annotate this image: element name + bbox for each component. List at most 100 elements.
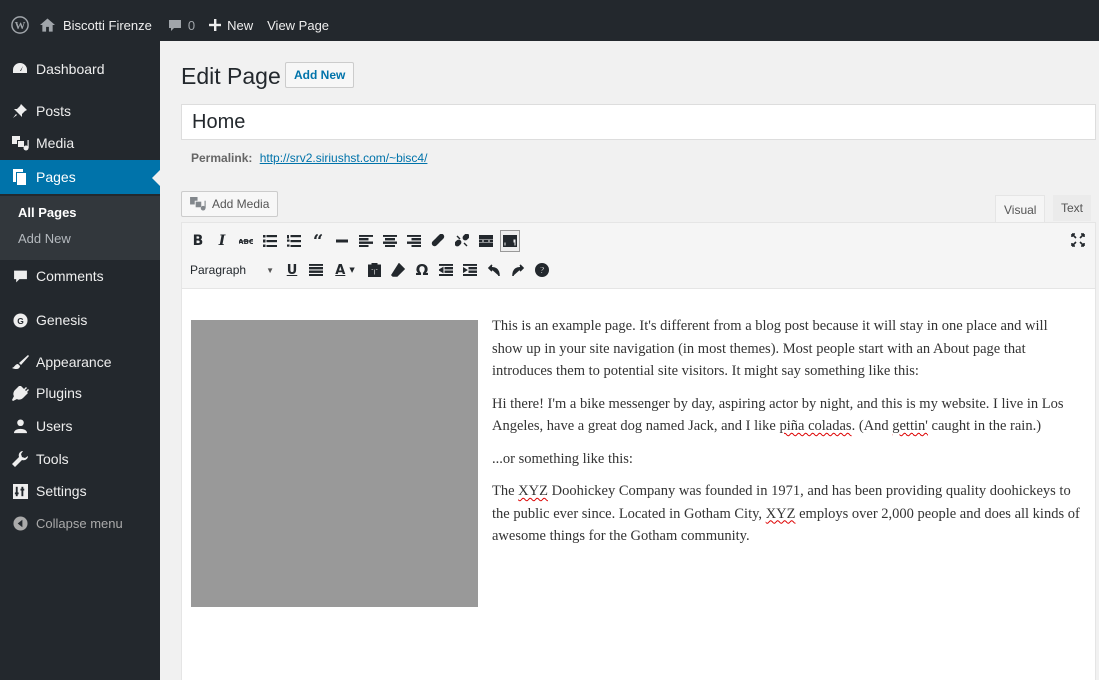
paragraph: This is an example page. It's different … bbox=[492, 318, 1048, 379]
new-content-link[interactable]: New bbox=[209, 16, 253, 34]
sidebar-item-label: Plugins bbox=[36, 385, 82, 401]
paragraph: The XYZ Doohickey Company was founded in… bbox=[492, 480, 1080, 548]
read-more-icon[interactable] bbox=[476, 230, 496, 252]
submenu-add-new[interactable]: Add New bbox=[18, 231, 71, 246]
outdent-icon[interactable] bbox=[436, 259, 456, 281]
sidebar-item-label: Appearance bbox=[36, 354, 112, 370]
permalink-url-link[interactable]: http://srv2.siriushst.com/~bisc4/ bbox=[260, 151, 428, 165]
text-run: caught in the rain.) bbox=[927, 418, 1042, 434]
media-icon bbox=[190, 197, 206, 211]
sidebar-item-genesis[interactable]: G Genesis bbox=[0, 305, 160, 335]
misspelled-word: XYZ bbox=[765, 505, 796, 522]
tab-text[interactable]: Text bbox=[1053, 195, 1092, 221]
distraction-free-icon[interactable] bbox=[1069, 231, 1087, 249]
sidebar-item-pages[interactable]: Pages bbox=[0, 160, 160, 194]
format-select[interactable]: Paragraph ▼ bbox=[188, 259, 274, 281]
toolbar-row-1: B I ABC “ bbox=[188, 227, 524, 255]
comment-icon bbox=[168, 19, 181, 31]
site-name-label: Biscotti Firenze bbox=[63, 17, 152, 33]
sidebar-item-label: Pages bbox=[36, 169, 76, 185]
align-left-icon[interactable] bbox=[356, 230, 376, 252]
undo-icon[interactable] bbox=[484, 259, 504, 281]
paragraph: Hi there! I'm a bike messenger by day, a… bbox=[492, 393, 1080, 438]
page-icon bbox=[0, 169, 36, 185]
italic-button[interactable]: I bbox=[212, 230, 232, 252]
strikethrough-button[interactable]: ABC bbox=[236, 230, 256, 252]
settings-icon bbox=[0, 483, 36, 499]
users-icon bbox=[0, 418, 36, 434]
help-icon[interactable]: ? bbox=[532, 259, 552, 281]
link-icon[interactable] bbox=[428, 230, 448, 252]
plus-icon bbox=[209, 19, 222, 31]
comment-icon bbox=[0, 269, 36, 284]
add-media-button[interactable]: Add Media bbox=[181, 191, 279, 217]
toolbar-row-2: Paragraph ▼ U A ▼ Ω ? bbox=[188, 256, 556, 284]
text-run: . (And bbox=[851, 418, 893, 434]
collapse-icon bbox=[0, 515, 36, 531]
view-page-link[interactable]: View Page bbox=[267, 16, 329, 34]
horizontal-line-icon[interactable] bbox=[332, 230, 352, 252]
comments-count: 0 bbox=[187, 17, 196, 33]
pin-icon bbox=[0, 103, 36, 119]
editor-content-area[interactable]: This is an example page. It's different … bbox=[182, 290, 1095, 680]
misspelled-word: XYZ bbox=[518, 483, 548, 499]
collapse-menu-button[interactable]: Collapse menu bbox=[0, 508, 160, 538]
sidebar-item-users[interactable]: Users bbox=[0, 411, 160, 441]
sidebar-item-settings[interactable]: Settings bbox=[0, 476, 160, 506]
sidebar-item-posts[interactable]: Posts bbox=[0, 96, 160, 126]
unlink-icon[interactable] bbox=[452, 230, 472, 252]
sidebar-item-label: Comments bbox=[36, 268, 104, 284]
bold-button[interactable]: B bbox=[188, 230, 208, 252]
bullet-list-icon[interactable] bbox=[260, 230, 280, 252]
sidebar-item-label: Users bbox=[36, 418, 73, 434]
text-color-icon[interactable]: A ▼ bbox=[330, 259, 360, 281]
justify-icon[interactable] bbox=[306, 259, 326, 281]
sidebar-item-comments[interactable]: Comments bbox=[0, 261, 160, 291]
blockquote-icon[interactable]: “ bbox=[308, 230, 328, 252]
sidebar-item-dashboard[interactable]: Dashboard bbox=[0, 54, 160, 84]
comments-link[interactable]: 0 bbox=[168, 16, 195, 34]
sidebar-item-plugins[interactable]: Plugins bbox=[0, 378, 160, 408]
align-center-icon[interactable] bbox=[380, 230, 400, 252]
underline-button[interactable]: U bbox=[282, 259, 302, 281]
submenu-all-pages[interactable]: All Pages bbox=[18, 205, 77, 220]
special-character-icon[interactable]: Ω bbox=[412, 259, 432, 281]
sidebar-item-media[interactable]: Media bbox=[0, 128, 160, 158]
add-new-button[interactable]: Add New bbox=[285, 62, 355, 88]
sidebar-item-label: Genesis bbox=[36, 312, 88, 328]
wordpress-logo-icon[interactable]: W bbox=[4, 16, 36, 34]
paste-text-icon[interactable] bbox=[364, 259, 384, 281]
sidebar-item-appearance[interactable]: Appearance bbox=[0, 347, 160, 377]
image-placeholder[interactable] bbox=[191, 320, 478, 607]
wrench-icon bbox=[0, 451, 36, 467]
tab-visual[interactable]: Visual bbox=[995, 195, 1046, 223]
chevron-down-icon: ▼ bbox=[266, 265, 274, 275]
toolbar-toggle-icon[interactable] bbox=[500, 230, 520, 252]
permalink-label: Permalink: bbox=[191, 151, 253, 165]
redo-icon[interactable] bbox=[508, 259, 528, 281]
brush-icon bbox=[0, 354, 36, 370]
collapse-menu-label: Collapse menu bbox=[36, 515, 123, 531]
admin-bar: W Biscotti Firenze 0 New View Page bbox=[0, 0, 1099, 41]
content-editor: B I ABC “ Paragraph ▼ U A ▼ Ω ? This is … bbox=[181, 222, 1096, 680]
numbered-list-icon[interactable] bbox=[284, 230, 304, 252]
permalink: Permalink: http://srv2.siriushst.com/~bi… bbox=[191, 151, 427, 165]
indent-icon[interactable] bbox=[460, 259, 480, 281]
sidebar-item-label: Media bbox=[36, 135, 75, 151]
view-page-label: View Page bbox=[267, 17, 330, 33]
sidebar-item-tools[interactable]: Tools bbox=[0, 444, 160, 474]
sidebar-item-label: Posts bbox=[36, 103, 72, 119]
editor-toolbar: B I ABC “ Paragraph ▼ U A ▼ Ω ? bbox=[182, 223, 1095, 289]
svg-text:W: W bbox=[15, 20, 26, 32]
clear-formatting-icon[interactable] bbox=[388, 259, 408, 281]
sidebar-item-label: Tools bbox=[36, 451, 69, 467]
post-title-input[interactable]: Home bbox=[181, 104, 1096, 140]
page-title: Edit Page bbox=[181, 63, 281, 89]
plug-icon bbox=[0, 385, 36, 401]
home-icon bbox=[40, 18, 55, 32]
genesis-icon: G bbox=[0, 312, 36, 328]
site-name-link[interactable]: Biscotti Firenze bbox=[40, 16, 152, 34]
pages-submenu: All Pages Add New bbox=[0, 196, 160, 260]
align-right-icon[interactable] bbox=[404, 230, 424, 252]
svg-text:?: ? bbox=[539, 266, 545, 277]
